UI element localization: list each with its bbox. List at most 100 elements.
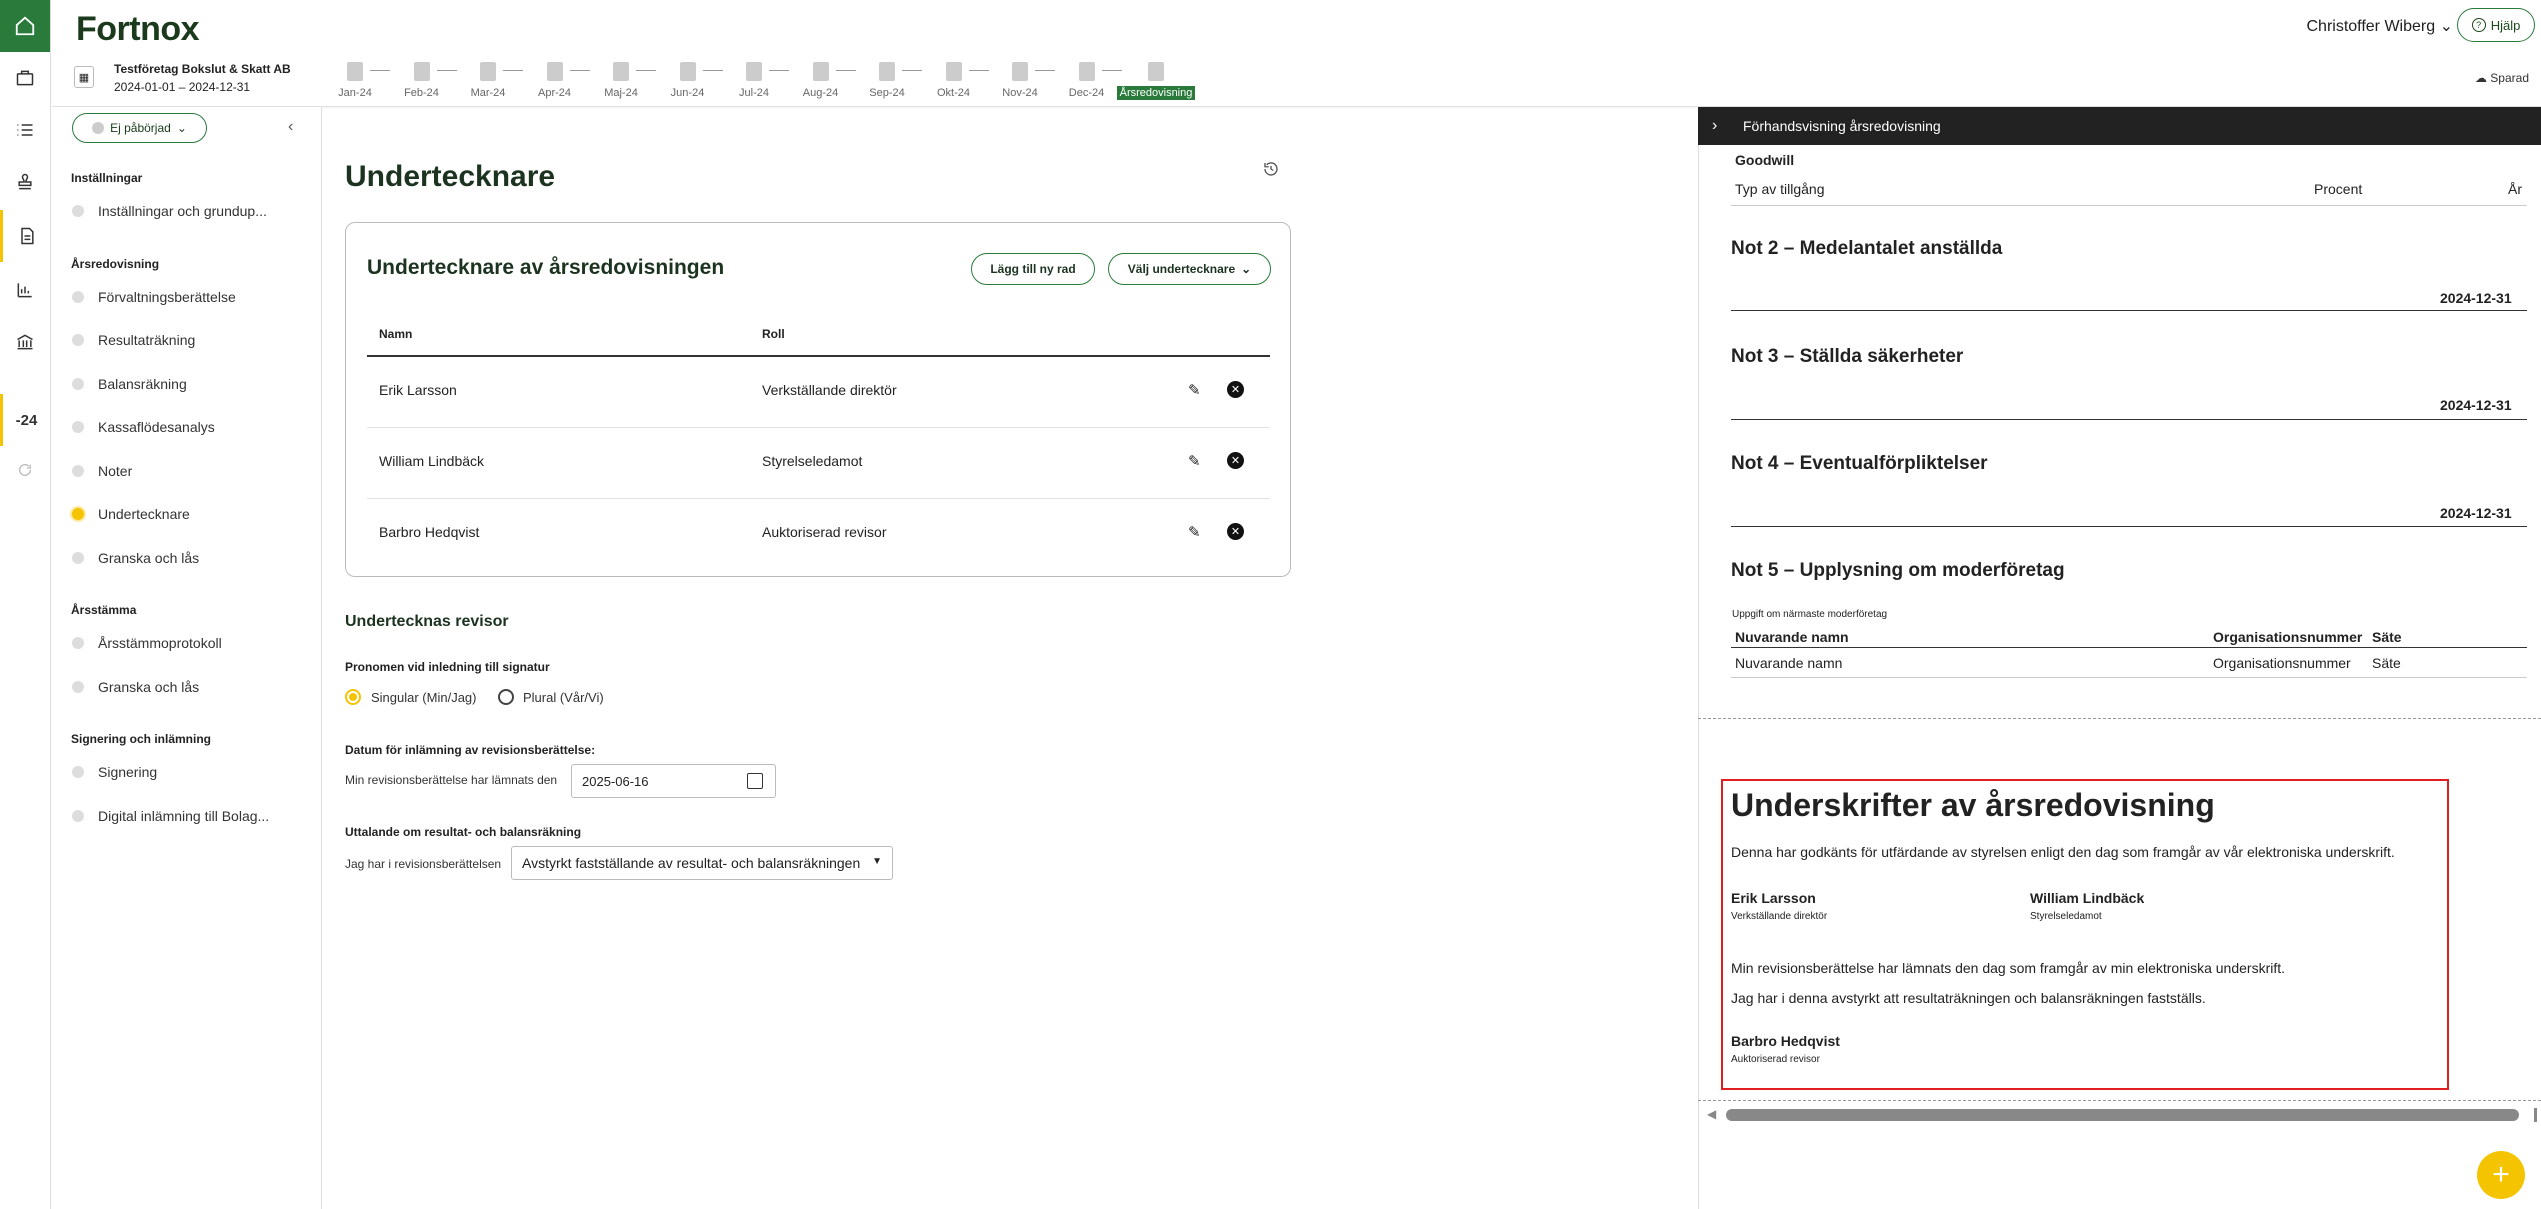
edit-icon[interactable]: ✎	[1188, 523, 1201, 541]
signer-name: Erik Larsson	[379, 382, 457, 398]
nav-item[interactable]: Signering	[72, 764, 157, 780]
timeline-label: Feb-24	[404, 87, 439, 99]
refresh-icon[interactable]	[0, 444, 50, 496]
nav-item-label: Balansräkning	[98, 375, 187, 392]
timeline-period[interactable]: Nov-24	[995, 60, 1045, 99]
audit-date-input[interactable]: 2025-06-16	[571, 764, 776, 798]
note-3-title: Not 3 – Ställda säkerheter	[1731, 346, 1964, 367]
timeline-label: Nov-24	[1002, 87, 1038, 99]
auditor-section-title: Undertecknas revisor	[345, 613, 509, 630]
nav-item[interactable]: Granska och lås	[72, 679, 199, 695]
radio-plural[interactable]	[498, 689, 514, 705]
edit-icon[interactable]: ✎	[1188, 452, 1201, 470]
document-icon[interactable]	[0, 210, 50, 262]
document-icon	[812, 62, 829, 81]
radio-plural-label[interactable]: Plural (Vår/Vi)	[523, 690, 604, 705]
nav-item[interactable]: Resultaträkning	[72, 332, 195, 348]
page-title: Undertecknare	[345, 160, 556, 193]
building-icon: ▦	[74, 66, 94, 88]
caret-down-icon: ▼	[872, 856, 882, 867]
nav-group-title: Inställningar	[71, 171, 143, 185]
edit-icon[interactable]: ✎	[1188, 381, 1201, 399]
timeline-period[interactable]: Dec-24	[1062, 60, 1112, 99]
nav-item[interactable]: Årsstämmoprotokoll	[72, 635, 222, 651]
scroll-right-icon[interactable]	[2534, 1108, 2537, 1122]
nav-item-label: Noter	[98, 462, 133, 479]
radio-singular-label[interactable]: Singular (Min/Jag)	[371, 690, 477, 705]
chart-icon[interactable]	[0, 264, 50, 316]
goodwill-label: Goodwill	[1735, 152, 1795, 168]
row-divider	[367, 498, 1270, 499]
nav-item[interactable]: Undertecknare	[72, 506, 190, 522]
briefcase-icon[interactable]	[0, 52, 50, 104]
stamp-icon[interactable]	[0, 156, 50, 208]
signer-role: Styrelseledamot	[762, 453, 863, 469]
nav-item[interactable]: Inställningar och grundup...	[72, 203, 267, 219]
nav-item[interactable]: Balansräkning	[72, 376, 187, 392]
timeline-period[interactable]: Jul-24	[729, 60, 779, 99]
timeline-label: Aug-24	[802, 87, 839, 99]
nav-item[interactable]: Digital inlämning till Bolag...	[72, 808, 269, 824]
timeline-connector	[436, 70, 457, 71]
radio-singular[interactable]	[345, 689, 361, 705]
document-icon	[1012, 62, 1028, 81]
nav-item[interactable]: Kassaflödesanalys	[72, 419, 215, 435]
timeline-period[interactable]: Jun-24	[663, 60, 713, 99]
bank-icon[interactable]	[0, 316, 50, 368]
nav-item[interactable]: Granska och lås	[72, 550, 199, 566]
signature-title: Underskrifter av årsredovisning	[1731, 787, 2215, 823]
nav-item[interactable]: Noter	[72, 463, 132, 479]
scroll-left-icon[interactable]: ◀	[1707, 1107, 1716, 1121]
timeline-period[interactable]: Jan-24	[330, 60, 380, 99]
year-badge[interactable]: -24	[0, 394, 50, 446]
nav-item-label: Digital inlämning till Bolag...	[98, 807, 270, 824]
collapse-nav-icon[interactable]: ‹	[288, 118, 293, 136]
status-dropdown[interactable]: Ej påbörjad ⌄	[72, 113, 207, 143]
timeline-period[interactable]: Sep-24	[862, 60, 912, 99]
col-org-number: Organisationsnummer	[2213, 629, 2363, 645]
home-icon[interactable]	[0, 0, 50, 52]
brand-logo[interactable]: Fortnox	[76, 10, 200, 49]
statement-label: Uttalande om resultat- och balansräkning	[345, 825, 582, 839]
left-navigation	[52, 107, 322, 1209]
remove-icon[interactable]: ✕	[1227, 381, 1244, 398]
timeline-period[interactable]: Aug-24	[796, 60, 846, 99]
saved-label: Sparad	[2490, 71, 2529, 85]
remove-icon[interactable]: ✕	[1227, 452, 1244, 469]
left-rail: -24	[0, 0, 51, 1209]
timeline-period[interactable]: Apr-24	[530, 60, 580, 99]
help-label: Hjälp	[2490, 17, 2521, 33]
timeline-label: Dec-24	[1068, 87, 1105, 99]
statement-select[interactable]: Avstyrkt fastställande av resultat- och …	[511, 846, 893, 880]
timeline-period[interactable]: Feb-24	[397, 60, 447, 99]
choose-signer-button[interactable]: Välj undertecknare ⌄	[1108, 253, 1271, 285]
date-prefix: Min revisionsberättelse har lämnats den	[345, 773, 558, 787]
company-info[interactable]: Testföretag Bokslut & Skatt AB 2024-01-0…	[114, 60, 291, 96]
preview-header[interactable]: › Förhandsvisning årsredovisning	[1698, 107, 2541, 145]
timeline-period[interactable]: Okt-24	[929, 60, 979, 99]
timeline-period[interactable]: Årsredovisning	[1116, 60, 1196, 100]
calendar-icon[interactable]	[747, 773, 763, 789]
timeline-connector	[370, 70, 390, 71]
user-menu[interactable]: Christoffer Wiberg ⌄	[2307, 16, 2454, 36]
timeline-period[interactable]: Mar-24	[463, 60, 513, 99]
audit-text-2: Jag har i denna avstyrkt att resultaträk…	[1731, 990, 2206, 1006]
nav-item[interactable]: Förvaltningsberättelse	[72, 289, 236, 305]
statement-prefix: Jag har i revisionsberättelsen	[345, 857, 502, 871]
remove-icon[interactable]: ✕	[1227, 523, 1244, 540]
divider	[1731, 647, 2527, 648]
asset-type-label: Typ av tillgång	[1735, 181, 1825, 197]
timeline-period[interactable]: Maj-24	[596, 60, 646, 99]
document-icon	[679, 62, 696, 81]
status-dot-icon	[72, 637, 84, 649]
timeline-label: Jul-24	[739, 87, 769, 99]
list-icon[interactable]	[0, 104, 50, 156]
horizontal-scrollbar[interactable]	[1726, 1109, 2519, 1121]
add-fab-button[interactable]: +	[2477, 1151, 2525, 1199]
nav-item-label: Förvaltningsberättelse	[98, 288, 236, 305]
help-button[interactable]: ? Hjälp	[2457, 8, 2535, 42]
nav-group-title: Årsstämma	[71, 603, 137, 617]
nav-item-label: Resultaträkning	[98, 332, 196, 348]
add-row-button[interactable]: Lägg till ny rad	[971, 253, 1095, 285]
history-icon[interactable]	[1262, 160, 1280, 178]
